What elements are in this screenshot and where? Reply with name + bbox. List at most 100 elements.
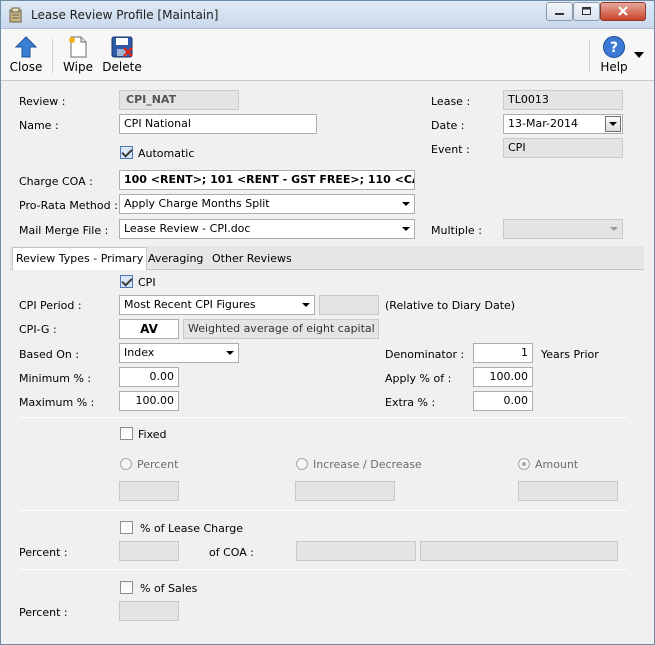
mailmerge-value: Lease Review - CPI.doc xyxy=(124,222,251,235)
close-arrow-icon xyxy=(14,36,38,58)
coa-code-field[interactable] xyxy=(296,541,416,561)
based-on-select[interactable]: Index xyxy=(119,343,239,363)
delete-button[interactable]: Delete xyxy=(102,33,142,79)
cpig-label: CPI-G : xyxy=(19,323,57,336)
window-close-button[interactable] xyxy=(600,2,646,21)
mailmerge-label: Mail Merge File : xyxy=(19,224,109,237)
svg-text:?: ? xyxy=(610,40,618,56)
chevron-down-icon xyxy=(302,303,310,307)
amount-label: Amount xyxy=(535,458,579,471)
of-coa-label: of COA : xyxy=(209,546,254,559)
fixed-percent-field[interactable] xyxy=(119,481,179,501)
denominator-label: Denominator : xyxy=(385,348,465,361)
event-field[interactable]: CPI xyxy=(503,138,623,158)
amount-radio[interactable] xyxy=(518,458,530,470)
percent-radio[interactable] xyxy=(120,458,132,470)
increase-decrease-radio[interactable] xyxy=(296,458,308,470)
cpi-period-extra-field[interactable] xyxy=(319,295,379,315)
help-button[interactable]: ? Help xyxy=(597,33,631,79)
wipe-button[interactable]: Wipe xyxy=(59,33,97,79)
fixed-increase-decrease-field[interactable] xyxy=(295,481,395,501)
lease-label: Lease : xyxy=(431,95,471,108)
tab-review-types-primary[interactable]: Review Types - Primary xyxy=(12,247,148,271)
section-divider xyxy=(19,417,627,418)
tab-other-reviews[interactable]: Other Reviews xyxy=(209,249,295,270)
cpig-description-field: Weighted average of eight capital citi xyxy=(183,319,379,339)
lease-charge-checkbox[interactable] xyxy=(120,521,133,534)
section-divider xyxy=(19,510,627,511)
event-label: Event : xyxy=(431,143,470,156)
automatic-label: Automatic xyxy=(138,147,195,160)
toolbar: Close Wipe Delete ? Help xyxy=(1,29,654,81)
chevron-down-icon xyxy=(402,202,410,206)
based-on-value: Index xyxy=(124,346,155,359)
denominator-field[interactable]: 1 xyxy=(473,343,533,363)
date-picker[interactable]: 13-Mar-2014 xyxy=(503,114,623,134)
maximum-field[interactable]: 100.00 xyxy=(119,391,179,411)
apply-field[interactable]: 100.00 xyxy=(473,367,533,387)
lease-review-window: Lease Review Profile [Maintain] Close Wi… xyxy=(0,0,655,645)
relative-note: (Relative to Diary Date) xyxy=(385,299,516,312)
lease-charge-percent-field[interactable] xyxy=(119,541,179,561)
chevron-down-icon xyxy=(402,227,410,231)
fixed-amount-field[interactable] xyxy=(518,481,618,501)
cpi-period-select[interactable]: Most Recent CPI Figures xyxy=(119,295,315,315)
section-divider xyxy=(19,569,627,570)
mailmerge-select[interactable]: Lease Review - CPI.doc xyxy=(119,219,415,239)
automatic-checkbox[interactable] xyxy=(120,146,133,159)
chevron-down-icon xyxy=(609,122,617,126)
name-field[interactable]: CPI National xyxy=(119,114,317,134)
prorata-select[interactable]: Apply Charge Months Split xyxy=(119,194,415,214)
review-field[interactable]: CPI_NAT xyxy=(119,90,239,110)
sales-percent-label: Percent : xyxy=(19,606,68,619)
maximize-button[interactable] xyxy=(573,2,600,21)
coa-description-field[interactable] xyxy=(420,541,618,561)
sales-label: % of Sales xyxy=(140,582,198,595)
toolbar-overflow-icon[interactable] xyxy=(633,51,645,59)
minimum-field[interactable]: 0.00 xyxy=(119,367,179,387)
cpi-period-value: Most Recent CPI Figures xyxy=(124,298,256,311)
chevron-down-icon xyxy=(226,351,234,355)
minimum-label: Minimum % : xyxy=(19,372,92,385)
sales-percent-field[interactable] xyxy=(119,601,179,621)
maximize-icon xyxy=(582,7,591,15)
prorata-label: Pro-Rata Method : xyxy=(19,199,118,212)
years-prior-label: Years Prior xyxy=(541,348,599,361)
close-label: Close xyxy=(9,60,43,74)
cpi-period-label: CPI Period : xyxy=(19,299,82,312)
minimize-button[interactable] xyxy=(546,2,573,21)
help-label: Help xyxy=(600,60,628,74)
delete-disk-icon xyxy=(111,36,133,58)
sales-checkbox[interactable] xyxy=(120,581,133,594)
cpi-checkbox[interactable] xyxy=(120,275,133,288)
tab-strip: Review Types - Primary Averaging Other R… xyxy=(10,246,644,271)
percent-radio-label: Percent xyxy=(137,458,179,471)
date-value: 13-Mar-2014 xyxy=(508,117,578,130)
increase-decrease-label: Increase / Decrease xyxy=(313,458,422,471)
fixed-checkbox[interactable] xyxy=(120,427,133,440)
help-question-icon: ? xyxy=(603,36,625,58)
apply-label: Apply % of : xyxy=(385,372,452,385)
prorata-value: Apply Charge Months Split xyxy=(124,197,270,210)
fixed-label: Fixed xyxy=(138,428,167,441)
multiple-select[interactable] xyxy=(503,219,623,239)
minimize-icon xyxy=(555,13,564,15)
wipe-label: Wipe xyxy=(63,60,93,74)
charge-coa-label: Charge COA : xyxy=(19,175,93,188)
lease-field[interactable]: TL0013 xyxy=(503,90,623,110)
toolbar-separator xyxy=(52,39,53,73)
multiple-label: Multiple : xyxy=(431,224,482,237)
charge-coa-field[interactable]: 100 <RENT>; 101 <RENT - GST FREE>; 110 <… xyxy=(119,170,415,190)
tab-averaging[interactable]: Averaging xyxy=(145,249,206,270)
review-label: Review : xyxy=(19,95,66,108)
cpig-code-field[interactable]: AV xyxy=(119,319,179,339)
close-button[interactable]: Close xyxy=(7,33,45,79)
app-icon xyxy=(9,7,22,23)
title-bar: Lease Review Profile [Maintain] xyxy=(1,1,654,29)
name-label: Name : xyxy=(19,119,59,132)
date-dropdown-button[interactable] xyxy=(605,116,621,132)
extra-field[interactable]: 0.00 xyxy=(473,391,533,411)
cpi-label: CPI xyxy=(138,276,156,289)
extra-label: Extra % : xyxy=(385,396,436,409)
window-title: Lease Review Profile [Maintain] xyxy=(31,8,219,22)
